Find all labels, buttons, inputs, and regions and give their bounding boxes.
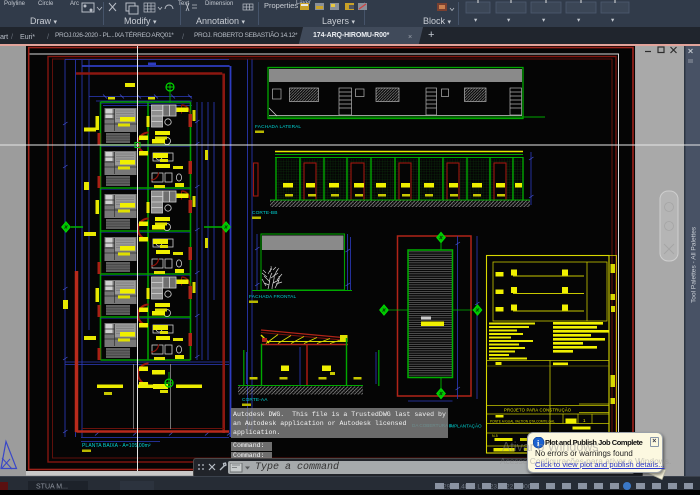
svg-text:▾: ▾	[542, 17, 546, 24]
svg-text:FACHADA FRONTAL: FACHADA FRONTAL	[249, 294, 296, 300]
svg-text:Arc: Arc	[70, 1, 79, 7]
svg-text:CORTE-AA: CORTE-AA	[242, 397, 268, 403]
svg-text:PLANTA BAIXA - A=105,00m²: PLANTA BAIXA - A=105,00m²	[82, 443, 151, 449]
svg-text:STUA M...: STUA M...	[36, 484, 68, 491]
svg-text:IMPLANTAÇÃO: IMPLANTAÇÃO	[449, 423, 482, 429]
svg-text:PONTE A IGUAL VALTION QTA.COM: PONTE A IGUAL VALTION QTA.COMTE.GAL	[490, 420, 555, 424]
svg-text:▾: ▾	[611, 17, 615, 24]
svg-text:▾: ▾	[507, 17, 511, 24]
svg-text:Tool Palettes - All Palettes: Tool Palettes - All Palettes	[691, 226, 698, 303]
svg-text:CORTE-BB: CORTE-BB	[252, 210, 278, 216]
svg-text:FACHADA LATERAL: FACHADA LATERAL	[255, 124, 301, 130]
svg-text:N-5: N-5	[492, 434, 498, 438]
svg-text:▾: ▾	[474, 17, 478, 24]
svg-text:Circle: Circle	[38, 1, 54, 7]
svg-text:PROJETO PARA CONSTRUÇÃO: PROJETO PARA CONSTRUÇÃO	[504, 408, 572, 413]
svg-text:Dimension: Dimension	[205, 1, 233, 7]
svg-text:▾: ▾	[577, 17, 581, 24]
svg-text:Polyline: Polyline	[4, 1, 26, 7]
